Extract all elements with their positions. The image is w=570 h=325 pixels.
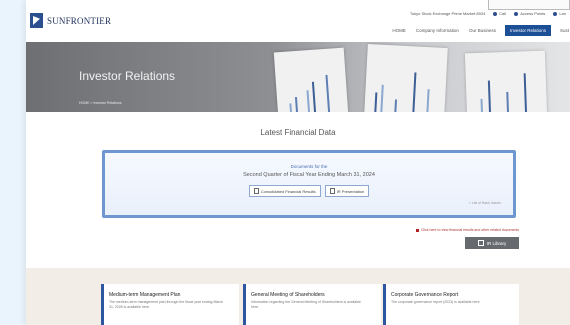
financial-results-button[interactable]: Consolidated Financial Results bbox=[248, 185, 321, 197]
card-medium-term-plan[interactable]: Medium-term Management Plan The medium-t… bbox=[101, 284, 239, 325]
info-cards-section: Medium-term Management Plan The medium-t… bbox=[26, 268, 570, 325]
related-documents-notice[interactable]: Click here to view financial results and… bbox=[415, 228, 519, 232]
hero-title: Investor Relations bbox=[79, 69, 176, 83]
card-accent bbox=[101, 284, 104, 325]
logo-mark-icon bbox=[30, 13, 43, 28]
documents-period-title: Second Quarter of Fiscal Year Ending Mar… bbox=[243, 172, 375, 178]
card-title: Medium-term Management Plan bbox=[109, 292, 181, 298]
utility-links: Tokyo Stock Exchange Prime Market 8934 C… bbox=[410, 11, 566, 16]
card-governance-report[interactable]: Corporate Governance Report The corporat… bbox=[383, 284, 519, 325]
logo-text: SUNFRONTIER bbox=[47, 15, 112, 26]
card-accent bbox=[383, 284, 386, 325]
financial-results-label: Consolidated Financial Results bbox=[260, 188, 316, 194]
card-shareholders-meeting[interactable]: General Meeting of Shareholders Informat… bbox=[243, 284, 381, 325]
globe-icon bbox=[553, 11, 558, 16]
ir-presentation-label: IR Presentation bbox=[336, 188, 365, 194]
utility-call-label: Call bbox=[499, 11, 507, 16]
card-accent bbox=[243, 284, 246, 325]
pdf-icon bbox=[253, 188, 259, 194]
nav-item-home[interactable]: HOME bbox=[391, 25, 407, 36]
breadcrumb[interactable]: HOME > Investor Relations bbox=[79, 101, 122, 105]
card-description: The medium-term management plan through … bbox=[109, 300, 224, 309]
ir-library-label: IR Library bbox=[486, 240, 507, 246]
notice-marker-icon bbox=[415, 228, 419, 232]
library-icon bbox=[477, 240, 484, 246]
document-buttons: Consolidated Financial Results IR Presen… bbox=[105, 185, 513, 197]
nav-item-investor-relations[interactable]: Investor Relations bbox=[504, 25, 551, 36]
phone-icon bbox=[493, 11, 498, 16]
back-issues-link[interactable]: > List of Back Issues bbox=[469, 201, 501, 205]
stock-exchange-label: Tokyo Stock Exchange Prime Market 8934 bbox=[409, 11, 486, 16]
logo[interactable]: SUNFRONTIER bbox=[30, 13, 111, 28]
utility-language-link[interactable]: Lan bbox=[553, 11, 566, 16]
card-description: The corporate governance report (2023) i… bbox=[391, 300, 481, 304]
hero-chart-paper bbox=[464, 50, 548, 112]
hero-banner: Investor Relations HOME > Investor Relat… bbox=[26, 42, 570, 112]
utility-language-label: Lan bbox=[559, 11, 566, 16]
stock-exchange-info: Tokyo Stock Exchange Prime Market 8934 bbox=[410, 11, 485, 16]
latest-documents-card: Documents for the Second Quarter of Fisc… bbox=[102, 150, 516, 218]
site-header: SUNFRONTIER Tokyo Stock Exchange Prime M… bbox=[26, 0, 570, 42]
ir-library-button[interactable]: IR Library bbox=[465, 237, 519, 249]
documents-lead: Documents for the bbox=[290, 164, 328, 169]
nav-item-sustainability[interactable]: Sust bbox=[559, 25, 570, 36]
card-title: General Meeting of Shareholders bbox=[251, 292, 325, 298]
utility-access-link[interactable]: Access Points bbox=[514, 11, 545, 16]
utility-access-label: Access Points bbox=[520, 11, 546, 16]
utility-search-box[interactable] bbox=[488, 0, 570, 10]
card-title: Corporate Governance Report bbox=[391, 292, 459, 298]
nav-item-company-information[interactable]: Company Information bbox=[415, 25, 460, 36]
notice-text: Click here to view financial results and… bbox=[420, 228, 519, 232]
ir-presentation-button[interactable]: IR Presentation bbox=[324, 185, 370, 197]
pdf-icon bbox=[329, 188, 335, 194]
hero-chart-paper bbox=[273, 47, 349, 112]
hero-chart-paper bbox=[364, 43, 448, 112]
utility-call-link[interactable]: Call bbox=[493, 11, 506, 16]
location-pin-icon bbox=[514, 11, 519, 16]
card-description: Information regarding the General Meetin… bbox=[251, 300, 361, 309]
nav-item-our-business[interactable]: Our Business bbox=[468, 25, 497, 36]
main-nav: HOME Company Information Our Business In… bbox=[391, 25, 570, 36]
page: SUNFRONTIER Tokyo Stock Exchange Prime M… bbox=[26, 0, 570, 325]
section-title-latest-financial-data: Latest Financial Data bbox=[260, 128, 336, 137]
